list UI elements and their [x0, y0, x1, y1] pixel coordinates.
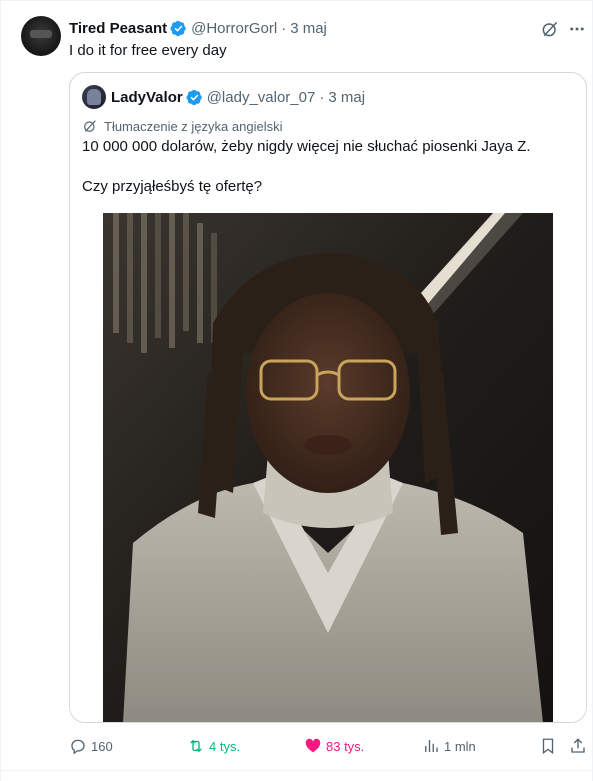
top-divider — [1, 0, 593, 1]
verified-badge-icon — [186, 89, 202, 105]
translation-note[interactable]: Tłumaczenie z języka angielski — [82, 117, 282, 135]
repost-icon — [190, 739, 202, 753]
like-button[interactable]: 83 tys. — [304, 733, 364, 759]
views-button[interactable]: 1 mln — [422, 733, 476, 759]
reply-count: 160 — [91, 738, 113, 754]
tweet-header: Tired Peasant @HorrorGorl · 3 maj — [69, 18, 327, 38]
tweet-text: I do it for free every day — [69, 42, 227, 59]
repost-count: 4 tys. — [209, 738, 241, 754]
separator-dot: · — [281, 19, 287, 37]
quoted-tweet[interactable]: LadyValor @lady_valor_07 · 3 maj Tłumacz… — [69, 72, 587, 723]
grok-icon[interactable] — [540, 19, 560, 39]
author-handle[interactable]: @HorrorGorl — [191, 20, 277, 37]
translate-icon — [84, 120, 96, 132]
bookmark-icon — [542, 738, 554, 755]
views-count: 1 mln — [444, 738, 476, 754]
reply-icon — [71, 739, 85, 755]
views-icon — [425, 740, 438, 752]
quoted-tweet-photo[interactable] — [103, 213, 553, 722]
separator-dot: · — [319, 88, 325, 106]
heart-icon — [305, 738, 321, 753]
quoted-tweet-text-line1: 10 000 000 dolarów, żeby nigdy więcej ni… — [82, 138, 531, 155]
share-icon — [571, 738, 585, 753]
quoted-tweet-text-line2: Czy przyjąłeśbyś tę ofertę? — [82, 178, 263, 195]
more-icon[interactable] — [567, 19, 587, 39]
quoted-tweet-header: LadyValor @lady_valor_07 · 3 maj — [111, 87, 365, 107]
quoted-author-name[interactable]: LadyValor — [111, 89, 183, 106]
bookmark-button[interactable] — [539, 733, 561, 759]
bottom-divider — [1, 770, 593, 771]
reply-button[interactable]: 160 — [69, 733, 113, 759]
author-avatar[interactable] — [21, 16, 61, 56]
share-button[interactable] — [569, 733, 591, 759]
repost-button[interactable]: 4 tys. — [187, 733, 240, 759]
quoted-tweet-date[interactable]: 3 maj — [328, 89, 365, 106]
verified-badge-icon — [170, 20, 186, 36]
quoted-author-handle[interactable]: @lady_valor_07 — [207, 89, 316, 106]
tweet-date[interactable]: 3 maj — [290, 20, 327, 37]
tweet-card[interactable]: Tired Peasant @HorrorGorl · 3 maj I do i… — [0, 0, 593, 781]
tweet-actions: 160 4 tys. 83 tys. 1 mln — [1, 733, 593, 759]
author-name[interactable]: Tired Peasant — [69, 20, 167, 37]
quoted-author-avatar[interactable] — [82, 85, 106, 109]
like-count: 83 tys. — [326, 738, 365, 754]
translation-label: Tłumaczenie z języka angielski — [104, 118, 283, 134]
